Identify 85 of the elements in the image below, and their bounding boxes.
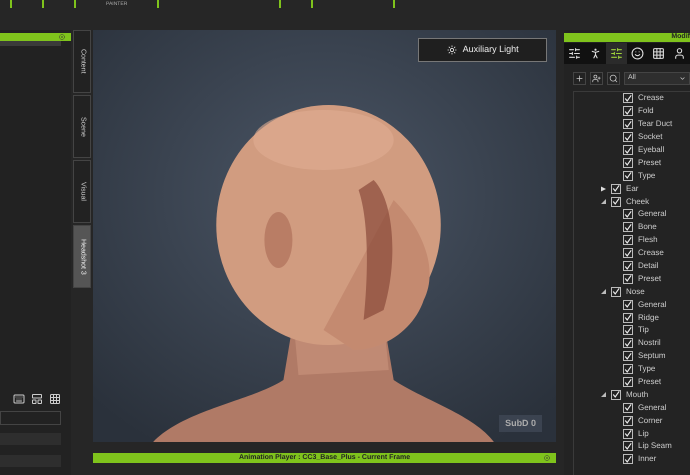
tree-item-label[interactable]: Lip: [638, 428, 649, 440]
tree-item-label[interactable]: Mouth: [626, 388, 648, 401]
texture-icon: [652, 47, 665, 60]
tree-item-label[interactable]: General: [638, 298, 666, 311]
input-field[interactable]: [0, 411, 62, 425]
tree-item-label[interactable]: Preset: [638, 376, 662, 388]
face-icon: [631, 47, 644, 60]
morph-icon: [610, 47, 623, 60]
checkbox[interactable]: [623, 441, 633, 452]
tree-item-label[interactable]: Crease: [638, 92, 664, 104]
checkbox[interactable]: [611, 196, 621, 207]
morph-tab[interactable]: [606, 43, 627, 64]
checker-icon[interactable]: [49, 393, 62, 405]
tree-item-label[interactable]: Socket: [638, 131, 662, 144]
sliders-icon: [568, 47, 581, 60]
tree-item-label[interactable]: Inner: [638, 453, 656, 466]
checkbox[interactable]: [623, 454, 633, 464]
search-icon: [609, 74, 618, 83]
sun-icon: [446, 45, 457, 55]
tree-item-label[interactable]: Corner: [638, 414, 662, 427]
checkbox[interactable]: [623, 170, 633, 181]
search-button[interactable]: [607, 72, 620, 85]
tree-item-label[interactable]: General: [638, 208, 666, 220]
checkbox[interactable]: [623, 106, 633, 116]
chevron-down-icon: [679, 75, 686, 82]
tree-item-label[interactable]: Type: [638, 363, 656, 376]
checkbox[interactable]: [623, 402, 633, 413]
panel-icon[interactable]: [31, 393, 44, 405]
subd-label: SubD 0: [499, 414, 542, 432]
tree-item-label[interactable]: Cheek: [626, 196, 650, 208]
tree-item-label[interactable]: Preset: [638, 156, 662, 169]
tree-item-label[interactable]: Tear Duct: [638, 118, 672, 130]
tree-item-label[interactable]: Bone: [638, 221, 657, 234]
tree-item-label[interactable]: Crease: [638, 247, 664, 260]
checkbox[interactable]: [623, 222, 633, 232]
checkbox[interactable]: [623, 261, 633, 272]
plus-icon: [575, 74, 584, 83]
tree-item-label[interactable]: Lip Seam: [638, 440, 672, 452]
checkbox[interactable]: [623, 325, 633, 336]
close-icon[interactable]: [544, 455, 550, 461]
checkbox[interactable]: [623, 158, 633, 168]
pose-icon: [589, 47, 602, 60]
checkbox[interactable]: [623, 235, 633, 246]
collapse-arrow-icon[interactable]: [600, 392, 606, 398]
checkbox[interactable]: [623, 338, 633, 348]
tree-item-label[interactable]: Nostril: [638, 337, 661, 350]
checkbox[interactable]: [623, 428, 633, 439]
checkbox[interactable]: [623, 145, 633, 155]
expand-arrow-icon[interactable]: [600, 186, 606, 192]
add-person-icon: [592, 74, 601, 83]
checkbox[interactable]: [623, 416, 633, 426]
collapse-arrow-icon[interactable]: [600, 288, 606, 295]
checkbox[interactable]: [611, 184, 621, 194]
tree-item-label[interactable]: Septum: [638, 350, 666, 362]
tree-item-label[interactable]: Tip: [638, 324, 649, 336]
checkbox[interactable]: [623, 248, 633, 258]
tree-item-label[interactable]: Eyeball: [638, 144, 664, 156]
checkbox[interactable]: [623, 209, 633, 220]
tree-item-label[interactable]: Fold: [638, 105, 654, 118]
tree-item-label[interactable]: Preset: [638, 272, 662, 285]
tree-item-label[interactable]: General: [638, 402, 666, 414]
checkbox[interactable]: [623, 132, 633, 142]
collapse-arrow-icon[interactable]: [600, 198, 606, 205]
tree-item-label[interactable]: Ear: [626, 182, 638, 195]
checkbox[interactable]: [611, 390, 621, 400]
tree-item-label[interactable]: Nose: [626, 286, 645, 298]
add-person-button[interactable]: [590, 72, 603, 85]
checkbox[interactable]: [623, 274, 633, 284]
head-icon: [673, 47, 686, 60]
checkbox[interactable]: [611, 286, 621, 297]
close-icon[interactable]: [59, 34, 66, 40]
add-button[interactable]: [573, 72, 586, 85]
keyboard-icon[interactable]: [13, 393, 26, 405]
auxiliary-light-button[interactable]: Auxiliary Light: [418, 38, 548, 62]
checkbox[interactable]: [623, 351, 633, 362]
tree-item-label[interactable]: Flesh: [638, 234, 658, 246]
checkbox[interactable]: [623, 364, 633, 374]
checkbox[interactable]: [623, 377, 633, 388]
checkbox[interactable]: [623, 300, 633, 310]
tree-item-label[interactable]: Type: [638, 170, 656, 182]
checkbox[interactable]: [623, 119, 633, 130]
checkbox[interactable]: [623, 312, 633, 323]
tree-item-label[interactable]: Ridge: [638, 312, 659, 324]
checkbox[interactable]: [623, 93, 633, 104]
tree-item-label[interactable]: Detail: [638, 260, 658, 272]
